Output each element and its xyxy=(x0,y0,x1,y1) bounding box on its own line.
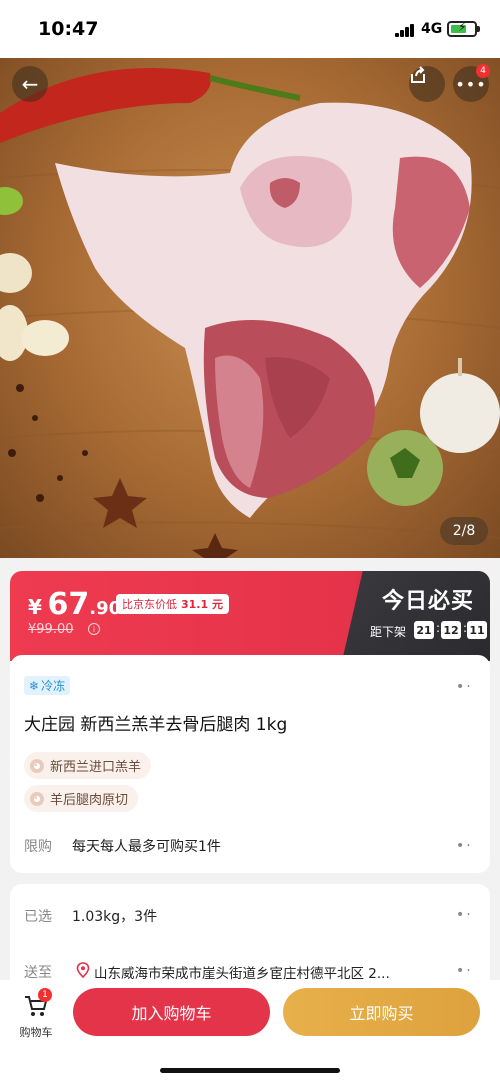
limit-more-icon[interactable]: •· xyxy=(456,838,473,854)
limit-text: 每天每人最多可购买1件 xyxy=(72,839,221,855)
shipping-address[interactable]: 山东威海市荣成市崖头街道乡宦庄村德平北区 2... xyxy=(94,962,444,982)
currency-symbol: ¥ xyxy=(28,595,42,619)
feature-label: 羊后腿肉原切 xyxy=(50,793,129,808)
battery-icon: ⚡ xyxy=(447,20,480,37)
bottom-action-bar: 1 购物车 加入购物车 立即购买 xyxy=(0,980,500,1083)
status-bar: 10:47 4G ⚡ xyxy=(0,0,500,58)
info-icon[interactable]: i xyxy=(88,623,100,635)
image-counter: 2/8 xyxy=(440,517,488,545)
back-button[interactable]: ← xyxy=(12,66,48,102)
selected-more-icon[interactable]: •· xyxy=(456,907,473,923)
product-title: 大庄园 新西兰羔羊去骨后腿肉 1kg xyxy=(24,715,288,735)
countdown-label: 距下架 xyxy=(370,625,407,639)
more-options-icon[interactable]: •· xyxy=(456,679,473,695)
selection-card[interactable]: 已选 1.03kg，3件 •· 送至 山东威海市荣成市崖头街道乡宦庄村德平北区 … xyxy=(10,884,490,994)
countdown-seconds: 11 xyxy=(467,621,487,639)
today-deal-panel: 今日必买 距下架 21 : 12 : 11 xyxy=(342,571,490,661)
countdown-hours: 21 xyxy=(414,621,434,639)
price-compare-tag: 比京东价低 31.1 元 xyxy=(116,594,229,614)
product-image[interactable]: ← ••• 4 2/8 xyxy=(0,58,500,558)
buy-now-button[interactable]: 立即购买 xyxy=(283,988,480,1036)
address-more-icon[interactable]: •· xyxy=(456,963,473,979)
home-indicator xyxy=(160,1068,340,1073)
selected-label: 已选 xyxy=(24,909,52,925)
limit-label: 限购 xyxy=(24,839,52,855)
feature-icon: ◕ xyxy=(30,758,44,773)
cart-label: 购物车 xyxy=(19,1026,53,1039)
cart-button[interactable]: 1 购物车 xyxy=(14,988,58,1040)
ship-to-label: 送至 xyxy=(24,965,52,981)
compare-label: 比京东价低 xyxy=(122,598,177,611)
snowflake-icon: ❄ xyxy=(29,678,40,693)
price-banner: ¥ 67.90 比京东价低 31.1 元 ¥99.00 i 今日必买 距下架 2… xyxy=(10,571,490,661)
frozen-tag: ❄ 冷冻 xyxy=(24,676,71,695)
share-button[interactable] xyxy=(409,66,445,102)
feature-label: 新西兰进口羔羊 xyxy=(50,760,142,775)
feature-tag: ◕ 新西兰进口羔羊 xyxy=(24,752,152,779)
original-price: ¥99.00 xyxy=(28,622,74,637)
current-price: ¥ 67.90 xyxy=(28,587,121,622)
notification-badge: 4 xyxy=(476,64,490,78)
add-to-cart-button[interactable]: 加入购物车 xyxy=(73,988,270,1036)
location-pin-icon xyxy=(76,962,90,978)
share-icon xyxy=(411,66,425,83)
selected-value[interactable]: 1.03kg，3件 xyxy=(72,906,157,926)
arrow-left-icon: ← xyxy=(21,72,39,96)
countdown-minutes: 12 xyxy=(441,621,461,639)
today-deal-title: 今日必买 xyxy=(382,589,475,614)
product-info-card: ❄ 冷冻 •· 大庄园 新西兰羔羊去骨后腿肉 1kg ◕ 新西兰进口羔羊 ◕ 羊… xyxy=(10,655,490,873)
price-integer: 67 xyxy=(47,587,90,622)
meat-illustration xyxy=(0,68,500,558)
compare-value: 31.1 元 xyxy=(181,598,223,611)
feature-tag: ◕ 羊后腿肉原切 xyxy=(24,785,139,812)
cart-count-badge: 1 xyxy=(38,988,52,1002)
signal-icon xyxy=(395,24,415,37)
status-time: 10:47 xyxy=(38,18,99,40)
frozen-label: 冷冻 xyxy=(41,679,66,693)
network-type: 4G xyxy=(421,21,443,37)
feature-icon: ◕ xyxy=(30,791,44,806)
